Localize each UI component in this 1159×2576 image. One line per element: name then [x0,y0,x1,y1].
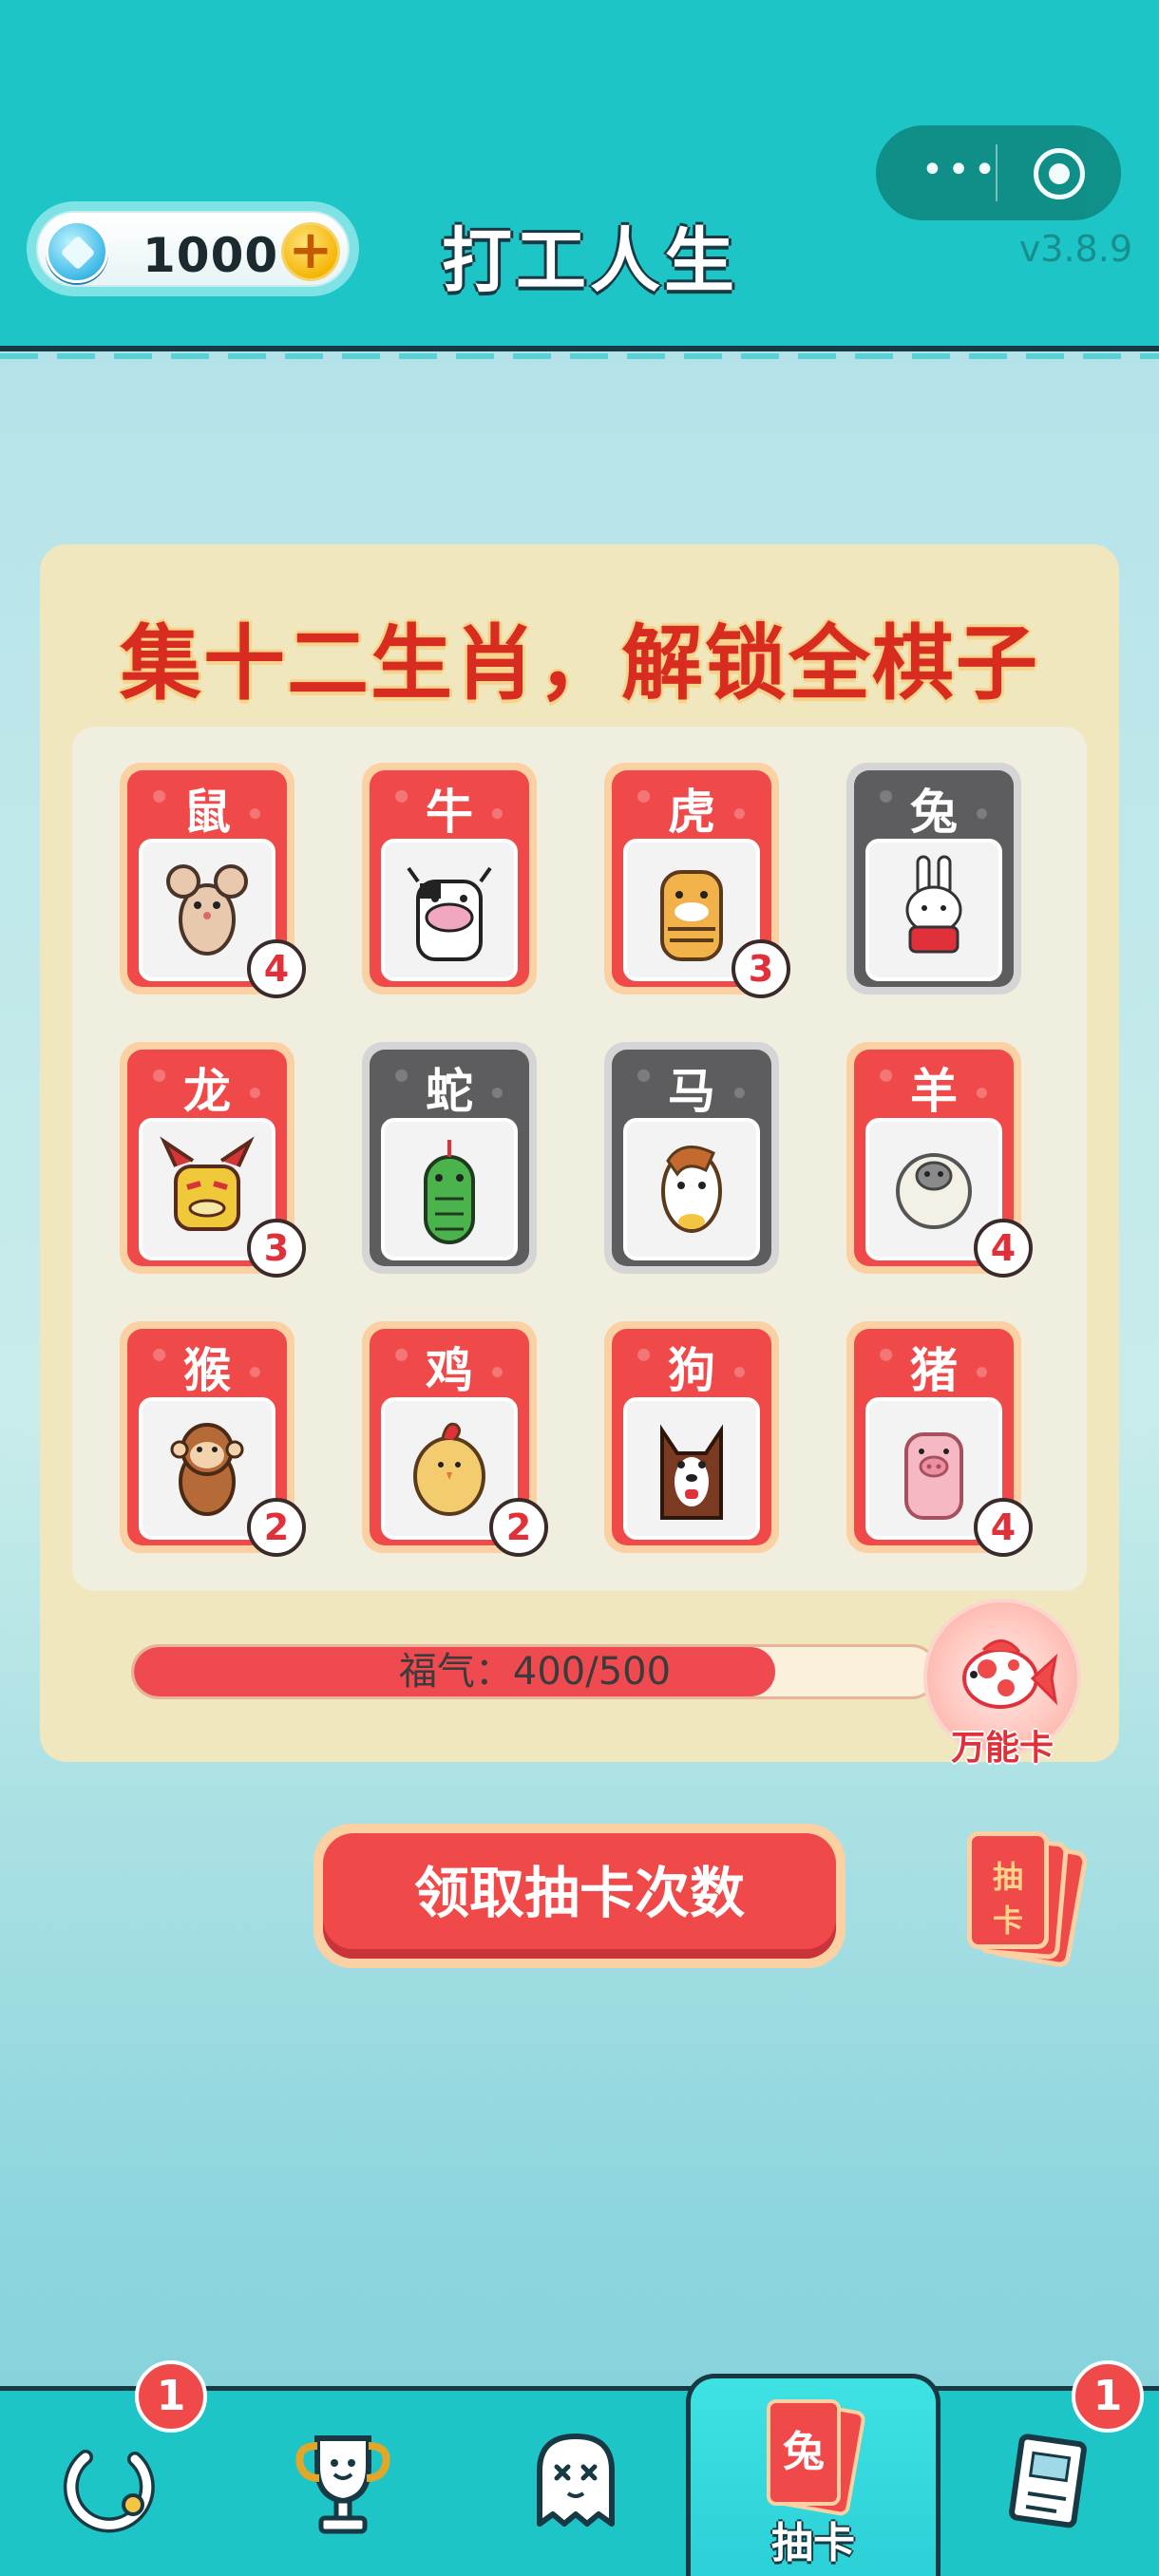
zodiac-panel: 集十二生肖，解锁全棋子 鼠4牛虎3兔龙3蛇马羊4猴2鸡2狗猪4 福气：400/5… [40,544,1119,1768]
zodiac-card-count: 3 [732,939,790,998]
snake-icon [381,1118,518,1260]
bottom-nav: 1 兔 抽卡 1 [0,2360,1159,2576]
zodiac-card-name: 猪 [910,1343,958,1398]
zodiac-card[interactable]: 马 [604,1042,779,1274]
zodiac-card-count: 4 [974,1219,1033,1278]
zodiac-card-name: 蛇 [426,1064,473,1119]
nav-draw-card[interactable]: 兔 抽卡 [686,2374,940,2576]
zodiac-card-count: 4 [247,939,306,998]
draw-card-stack[interactable]: 抽 卡 [965,1831,1090,1969]
nav-spin-badge: 1 [135,2360,207,2433]
zodiac-card-name: 羊 [910,1064,958,1119]
zodiac-card-count: 4 [974,1498,1033,1557]
zodiac-card-name: 马 [668,1064,715,1119]
zodiac-card[interactable]: 虎3 [604,763,790,998]
rabbit-card-char: 兔 [767,2399,841,2506]
wild-card-label: 万能卡 [950,1729,1054,1768]
wild-card-button[interactable]: 万能卡 [923,1599,1081,1768]
zodiac-card[interactable]: 龙3 [120,1042,306,1278]
zodiac-card[interactable]: 牛 [362,763,537,994]
draw-card-front: 抽 卡 [967,1831,1049,1949]
draw-card-char-1: 抽 [992,1859,1023,1895]
zodiac-card[interactable]: 兔 [846,763,1021,994]
notebook-icon [1009,2434,1087,2529]
ox-icon [381,839,518,981]
zodiac-card-count: 3 [247,1219,306,1278]
koi-fish-icon [962,1639,1058,1709]
zodiac-card-name: 鸡 [426,1343,473,1398]
zodiac-card-name: 兔 [910,785,958,840]
zodiac-card[interactable]: 鸡2 [362,1321,548,1557]
zodiac-card-count: 2 [247,1498,306,1557]
zodiac-card-name: 虎 [668,785,715,840]
close-target-icon[interactable] [1034,148,1085,199]
claim-draws-label: 领取抽卡次数 [323,1833,836,1959]
zodiac-card-name: 猴 [183,1343,231,1398]
zodiac-card[interactable]: 猴2 [120,1321,306,1557]
zodiac-card-name: 狗 [668,1343,715,1398]
rabbit-card-icon: 兔 [767,2399,867,2517]
nav-spin[interactable]: 1 [0,2360,232,2576]
header-bar: 1000 + 打工人生 ••• v3.8.9 [0,0,1159,359]
zodiac-card[interactable]: 羊4 [846,1042,1033,1278]
nav-notebook[interactable]: 1 [940,2360,1159,2576]
zodiac-card-name: 牛 [426,785,473,840]
zodiac-card[interactable]: 蛇 [362,1042,537,1274]
claim-draws-button[interactable]: 领取抽卡次数 [314,1824,846,1968]
zodiac-card[interactable]: 鼠4 [120,763,306,998]
ghost-icon [537,2434,615,2527]
zodiac-card-count: 2 [489,1498,548,1557]
zodiac-card-name: 龙 [183,1064,231,1119]
zodiac-card[interactable]: 猪4 [846,1321,1033,1557]
nav-trophy[interactable] [232,2391,464,2576]
panel-title: 集十二生肖，解锁全棋子 [120,616,1039,711]
fortune-progress-label: 福气：400/500 [398,1650,672,1694]
mini-program-capsule: ••• [876,125,1121,220]
add-gems-button[interactable]: + [281,222,340,281]
trophy-icon [295,2435,390,2534]
nav-ghost[interactable] [464,2391,695,2576]
gem-count: 1000 [142,228,279,283]
zodiac-grid: 鼠4牛虎3兔龙3蛇马羊4猴2鸡2狗猪4 [72,727,1087,1591]
dog-icon [623,1397,760,1540]
fortune-progress-bar: 福气：400/500 [131,1644,939,1699]
gem-balance[interactable]: 1000 + [27,201,359,296]
nav-notebook-badge: 1 [1072,2360,1144,2433]
rabbit-icon [865,839,1002,981]
version-label: v3.8.9 [1018,228,1132,270]
spin-icon [63,2450,155,2533]
zodiac-card[interactable]: 狗 [604,1321,779,1553]
horse-icon [623,1118,760,1260]
nav-draw-card-label: 抽卡 [771,2519,855,2567]
capsule-divider [996,144,998,201]
gem-icon [46,220,108,283]
zodiac-card-name: 鼠 [183,785,231,840]
page-title: 打工人生 [442,220,738,302]
draw-card-char-2: 卡 [992,1903,1023,1939]
